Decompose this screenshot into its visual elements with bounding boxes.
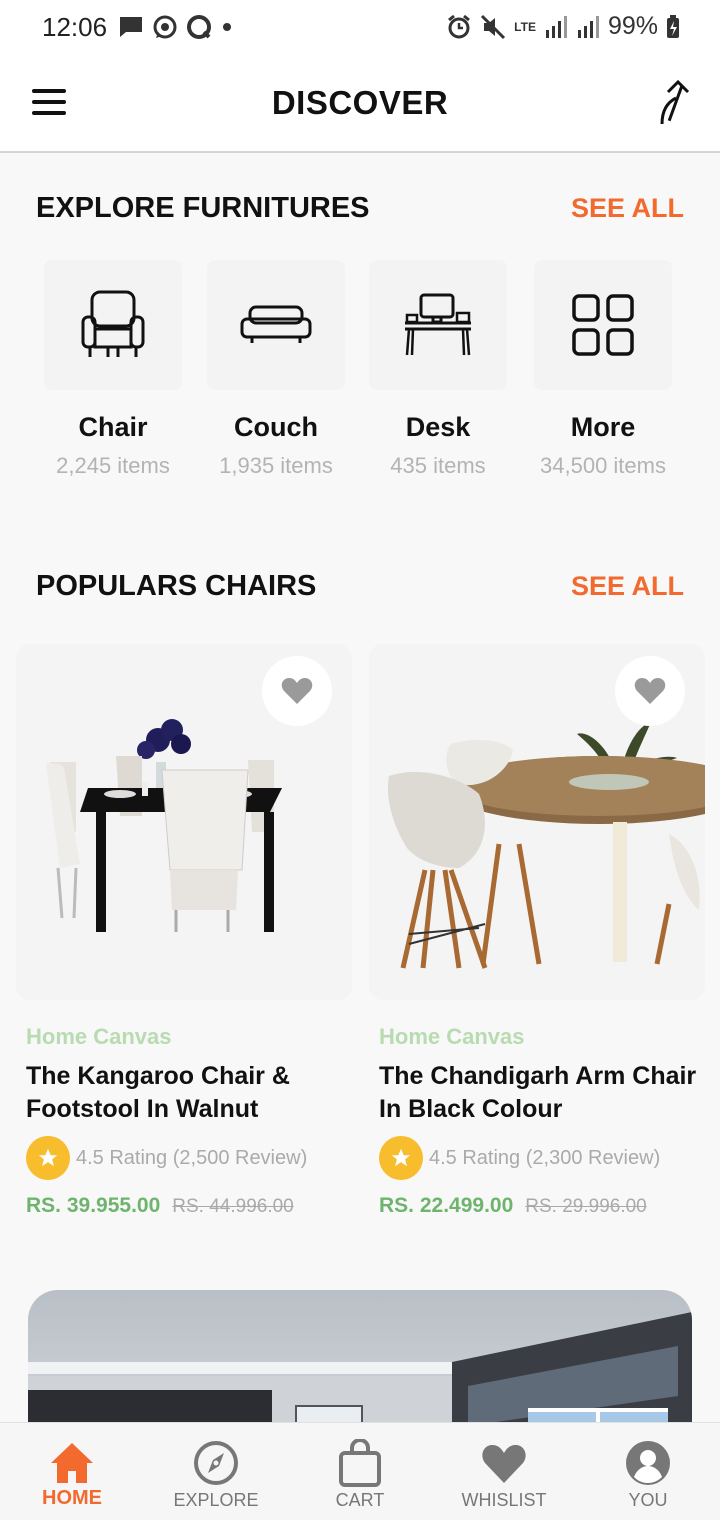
rating-row: 4.5 Rating (2,500 Review) (26, 1136, 352, 1180)
category-name: More (570, 412, 636, 442)
product-card[interactable]: Home Canvas The Chandigarh Arm Chair In … (369, 644, 705, 1218)
couch-icon (240, 305, 312, 343)
popular-section-title: POPULARS CHAIRS (36, 570, 317, 602)
favorite-button[interactable] (615, 656, 685, 726)
nav-explore[interactable]: EXPLORE (144, 1423, 288, 1520)
explore-see-all-link[interactable]: SEE ALL (571, 193, 684, 224)
product-name: The Chandigarh Arm Chair In Black Colour (379, 1062, 697, 1123)
user-icon (626, 1441, 670, 1485)
message-icon (120, 17, 142, 37)
armchair-icon (81, 290, 145, 357)
rating-text: 4.5 Rating (2,300 Review) (429, 1146, 661, 1169)
nav-label: WHISLIST (461, 1490, 547, 1510)
grid-icon (572, 294, 634, 356)
product-price: RS. 39.955.00 (26, 1194, 161, 1217)
mute-icon (481, 14, 506, 39)
nav-home[interactable]: HOME (0, 1423, 144, 1520)
nav-wishlist[interactable]: WHISLIST (432, 1423, 576, 1520)
category-count: 1,935 items (219, 453, 333, 478)
category-count: 435 items (390, 453, 486, 478)
network-type: LTE (514, 19, 536, 34)
price-row: RS. 22.499.00 RS. 29.996.00 (379, 1194, 705, 1218)
category-chair[interactable]: Chair 2,245 items (33, 260, 193, 479)
price-row: RS. 39.955.00 RS. 44.996.00 (26, 1194, 352, 1218)
nav-label: CART (335, 1490, 385, 1510)
category-tile (44, 260, 182, 390)
app-header: DISCOVER (0, 56, 720, 153)
heart-icon (482, 1445, 526, 1483)
desk-icon (405, 293, 471, 356)
dot-icon (223, 23, 231, 31)
product-old-price: RS. 29.996.00 (525, 1196, 647, 1217)
bottom-navigation: HOME EXPLORE CART WHISLIST YOU (0, 1422, 720, 1520)
favorite-button[interactable] (262, 656, 332, 726)
category-more[interactable]: More 34,500 items (523, 260, 683, 479)
heart-icon (634, 678, 666, 704)
explore-section-title: EXPLORE FURNITURES (36, 192, 370, 224)
chat-app-icon (187, 15, 211, 39)
category-tile (534, 260, 672, 390)
rating-row: 4.5 Rating (2,300 Review) (379, 1136, 705, 1180)
category-desk[interactable]: Desk 435 items (358, 260, 518, 479)
heart-icon (281, 678, 313, 704)
status-time: 12:06 (42, 12, 108, 42)
category-couch[interactable]: Couch 1,935 items (196, 260, 356, 479)
nav-cart[interactable]: CART (288, 1423, 432, 1520)
product-brand: Home Canvas (379, 1024, 525, 1049)
category-name: Chair (78, 412, 148, 442)
nav-label: EXPLORE (173, 1490, 259, 1510)
whatsapp-icon (153, 15, 177, 39)
signal-icon-2 (577, 15, 599, 38)
category-name: Couch (234, 412, 318, 442)
signal-icon (545, 15, 567, 38)
compass-icon (194, 1441, 238, 1485)
status-bar: 12:06 LTE 99% (0, 0, 720, 56)
product-price: RS. 22.499.00 (379, 1194, 514, 1217)
home-icon (51, 1443, 93, 1483)
category-list: Chair 2,245 items Couch 1,935 items Desk (0, 260, 720, 490)
product-name: The Kangaroo Chair & Footstool In Walnut (26, 1062, 290, 1123)
shopping-bag-icon (339, 1439, 381, 1487)
battery-level: 99% (607, 12, 658, 40)
page-title: DISCOVER (271, 84, 449, 121)
battery-charging-icon (667, 14, 679, 38)
product-image (369, 644, 705, 1000)
product-image (16, 644, 352, 1000)
nav-label: HOME (42, 1487, 102, 1509)
category-count: 2,245 items (56, 453, 170, 478)
category-count: 34,500 items (540, 453, 666, 478)
system-status: LTE 99% (446, 12, 680, 41)
product-card[interactable]: Home Canvas The Kangaroo Chair & Footsto… (16, 644, 352, 1218)
star-icon (26, 1136, 70, 1180)
nav-profile[interactable]: YOU (576, 1423, 720, 1520)
nav-label: YOU (628, 1490, 668, 1510)
category-name: Desk (405, 412, 471, 442)
notification-icons (118, 14, 234, 40)
alarm-icon (448, 14, 471, 38)
rating-text: 4.5 Rating (2,500 Review) (76, 1146, 308, 1169)
product-brand: Home Canvas (26, 1024, 172, 1049)
product-old-price: RS. 44.996.00 (172, 1196, 294, 1217)
star-icon (379, 1136, 423, 1180)
category-tile (207, 260, 345, 390)
sort-arrow-icon[interactable] (658, 80, 694, 126)
popular-see-all-link[interactable]: SEE ALL (571, 571, 684, 602)
category-tile (369, 260, 507, 390)
